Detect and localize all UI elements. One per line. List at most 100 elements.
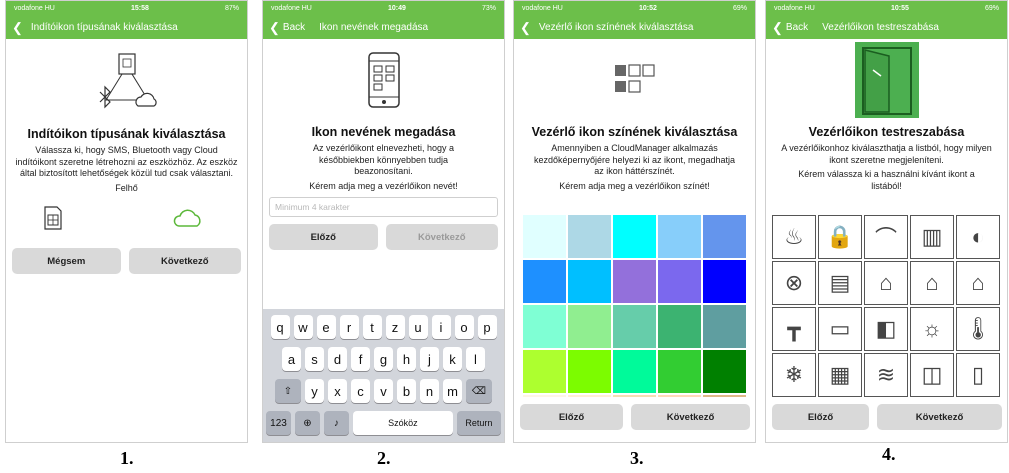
- shift-key-icon[interactable]: ⇧: [275, 379, 301, 403]
- color-swatch[interactable]: [658, 350, 701, 393]
- color-swatch[interactable]: [568, 395, 611, 397]
- color-swatch[interactable]: [658, 215, 701, 258]
- backspace-key-icon[interactable]: ⌫: [466, 379, 492, 403]
- key-u[interactable]: u: [408, 315, 428, 339]
- key-t[interactable]: t: [362, 315, 382, 339]
- battery-label: 69%: [984, 4, 999, 12]
- back-button[interactable]: ❮ Back: [772, 21, 808, 34]
- back-chevron-icon[interactable]: ❮: [520, 21, 531, 34]
- key-e[interactable]: e: [316, 315, 336, 339]
- padlock-arch-icon[interactable]: ⌒: [864, 215, 908, 259]
- color-swatch[interactable]: [568, 215, 611, 258]
- door-icon[interactable]: ▯: [956, 353, 1000, 397]
- previous-button[interactable]: Előző: [269, 224, 378, 250]
- key-h[interactable]: h: [397, 347, 416, 371]
- light-bulb-icon[interactable]: ☼: [910, 307, 954, 351]
- color-swatch[interactable]: [568, 260, 611, 303]
- sliding-door-icon[interactable]: ◧: [864, 307, 908, 351]
- key-y[interactable]: y: [305, 379, 324, 403]
- barrier-icon[interactable]: ┳: [772, 307, 816, 351]
- color-swatch[interactable]: [703, 260, 746, 303]
- next-button[interactable]: Következő: [631, 404, 750, 430]
- color-swatch[interactable]: [523, 350, 566, 393]
- name-input[interactable]: Minimum 4 karakter: [269, 197, 498, 217]
- garage-x-icon[interactable]: ⌂: [910, 261, 954, 305]
- phone-screen-4: vodafone HU 10:55 69% ❮ Back Vezérlőikon…: [765, 0, 1008, 443]
- key-a[interactable]: a: [282, 347, 301, 371]
- cabinet-icon[interactable]: ▤: [818, 261, 862, 305]
- sauna-icon[interactable]: ♨: [772, 215, 816, 259]
- color-swatch[interactable]: [523, 305, 566, 348]
- key-d[interactable]: d: [328, 347, 347, 371]
- clock: 10:52: [638, 4, 657, 12]
- key-k[interactable]: k: [443, 347, 462, 371]
- key-b[interactable]: b: [397, 379, 416, 403]
- color-swatch[interactable]: [613, 305, 656, 348]
- key-g[interactable]: g: [374, 347, 393, 371]
- back-chevron-icon[interactable]: ❮: [12, 21, 23, 34]
- toggle-off-icon[interactable]: ⊗: [772, 261, 816, 305]
- key-q[interactable]: q: [270, 315, 290, 339]
- color-swatch[interactable]: [613, 215, 656, 258]
- key-v[interactable]: v: [374, 379, 393, 403]
- toggle-on-icon[interactable]: ◐: [956, 215, 1000, 259]
- garage-door-icon[interactable]: ⌂: [956, 261, 1000, 305]
- page-title: Indítóikon típusának kiválasztása: [27, 127, 226, 141]
- color-swatch[interactable]: [523, 215, 566, 258]
- key-x[interactable]: x: [328, 379, 347, 403]
- next-button[interactable]: Következő: [385, 224, 498, 250]
- globe-key-icon[interactable]: ⊕: [294, 411, 320, 435]
- key-j[interactable]: j: [420, 347, 439, 371]
- key-r[interactable]: r: [339, 315, 359, 339]
- key-w[interactable]: w: [293, 315, 313, 339]
- fence-gate-icon[interactable]: ▥: [910, 215, 954, 259]
- color-swatch[interactable]: [523, 260, 566, 303]
- color-swatch[interactable]: [613, 395, 656, 397]
- pool-icon[interactable]: ≋: [864, 353, 908, 397]
- key-c[interactable]: c: [351, 379, 370, 403]
- color-swatch[interactable]: [703, 305, 746, 348]
- garage-check-icon[interactable]: ⌂: [864, 261, 908, 305]
- color-swatch[interactable]: [568, 305, 611, 348]
- key-z[interactable]: z: [385, 315, 405, 339]
- key-o[interactable]: o: [454, 315, 474, 339]
- window-icon[interactable]: ◫: [910, 353, 954, 397]
- page-title: Ikon nevének megadása: [311, 125, 456, 139]
- key-i[interactable]: i: [431, 315, 451, 339]
- padlock-icon[interactable]: 🔒: [818, 215, 862, 259]
- sliding-gate-icon[interactable]: ▭: [818, 307, 862, 351]
- color-swatch[interactable]: [523, 395, 566, 397]
- color-swatch[interactable]: [658, 260, 701, 303]
- color-swatch[interactable]: [613, 260, 656, 303]
- snowflake-icon[interactable]: ❄: [772, 353, 816, 397]
- key-s[interactable]: s: [305, 347, 324, 371]
- cloud-option[interactable]: [173, 208, 203, 233]
- color-swatch[interactable]: [703, 395, 746, 397]
- heater-icon[interactable]: ▦: [818, 353, 862, 397]
- numbers-key[interactable]: 123: [266, 411, 291, 435]
- sms-option[interactable]: [44, 206, 62, 235]
- color-swatch[interactable]: [703, 350, 746, 393]
- microphone-key-icon[interactable]: ♪: [323, 411, 349, 435]
- color-swatch[interactable]: [568, 350, 611, 393]
- key-f[interactable]: f: [351, 347, 370, 371]
- color-swatch[interactable]: [658, 395, 701, 397]
- back-button[interactable]: ❮ Back: [269, 21, 305, 34]
- key-p[interactable]: p: [477, 315, 497, 339]
- key-n[interactable]: n: [420, 379, 439, 403]
- thermometer-icon[interactable]: 🌡: [956, 307, 1000, 351]
- clock: 15:58: [130, 4, 149, 12]
- key-m[interactable]: m: [443, 379, 462, 403]
- cancel-button[interactable]: Mégsem: [12, 248, 121, 274]
- next-button[interactable]: Következő: [877, 404, 1002, 430]
- previous-button[interactable]: Előző: [520, 404, 623, 430]
- color-swatch[interactable]: [658, 305, 701, 348]
- key-l[interactable]: l: [466, 347, 485, 371]
- return-key[interactable]: Return: [456, 411, 501, 435]
- letter-keys: yxcvbnm: [305, 379, 462, 403]
- color-swatch[interactable]: [613, 350, 656, 393]
- next-button[interactable]: Következő: [128, 248, 241, 274]
- previous-button[interactable]: Előző: [772, 404, 869, 430]
- space-key[interactable]: Szóköz: [352, 411, 453, 435]
- color-swatch[interactable]: [703, 215, 746, 258]
